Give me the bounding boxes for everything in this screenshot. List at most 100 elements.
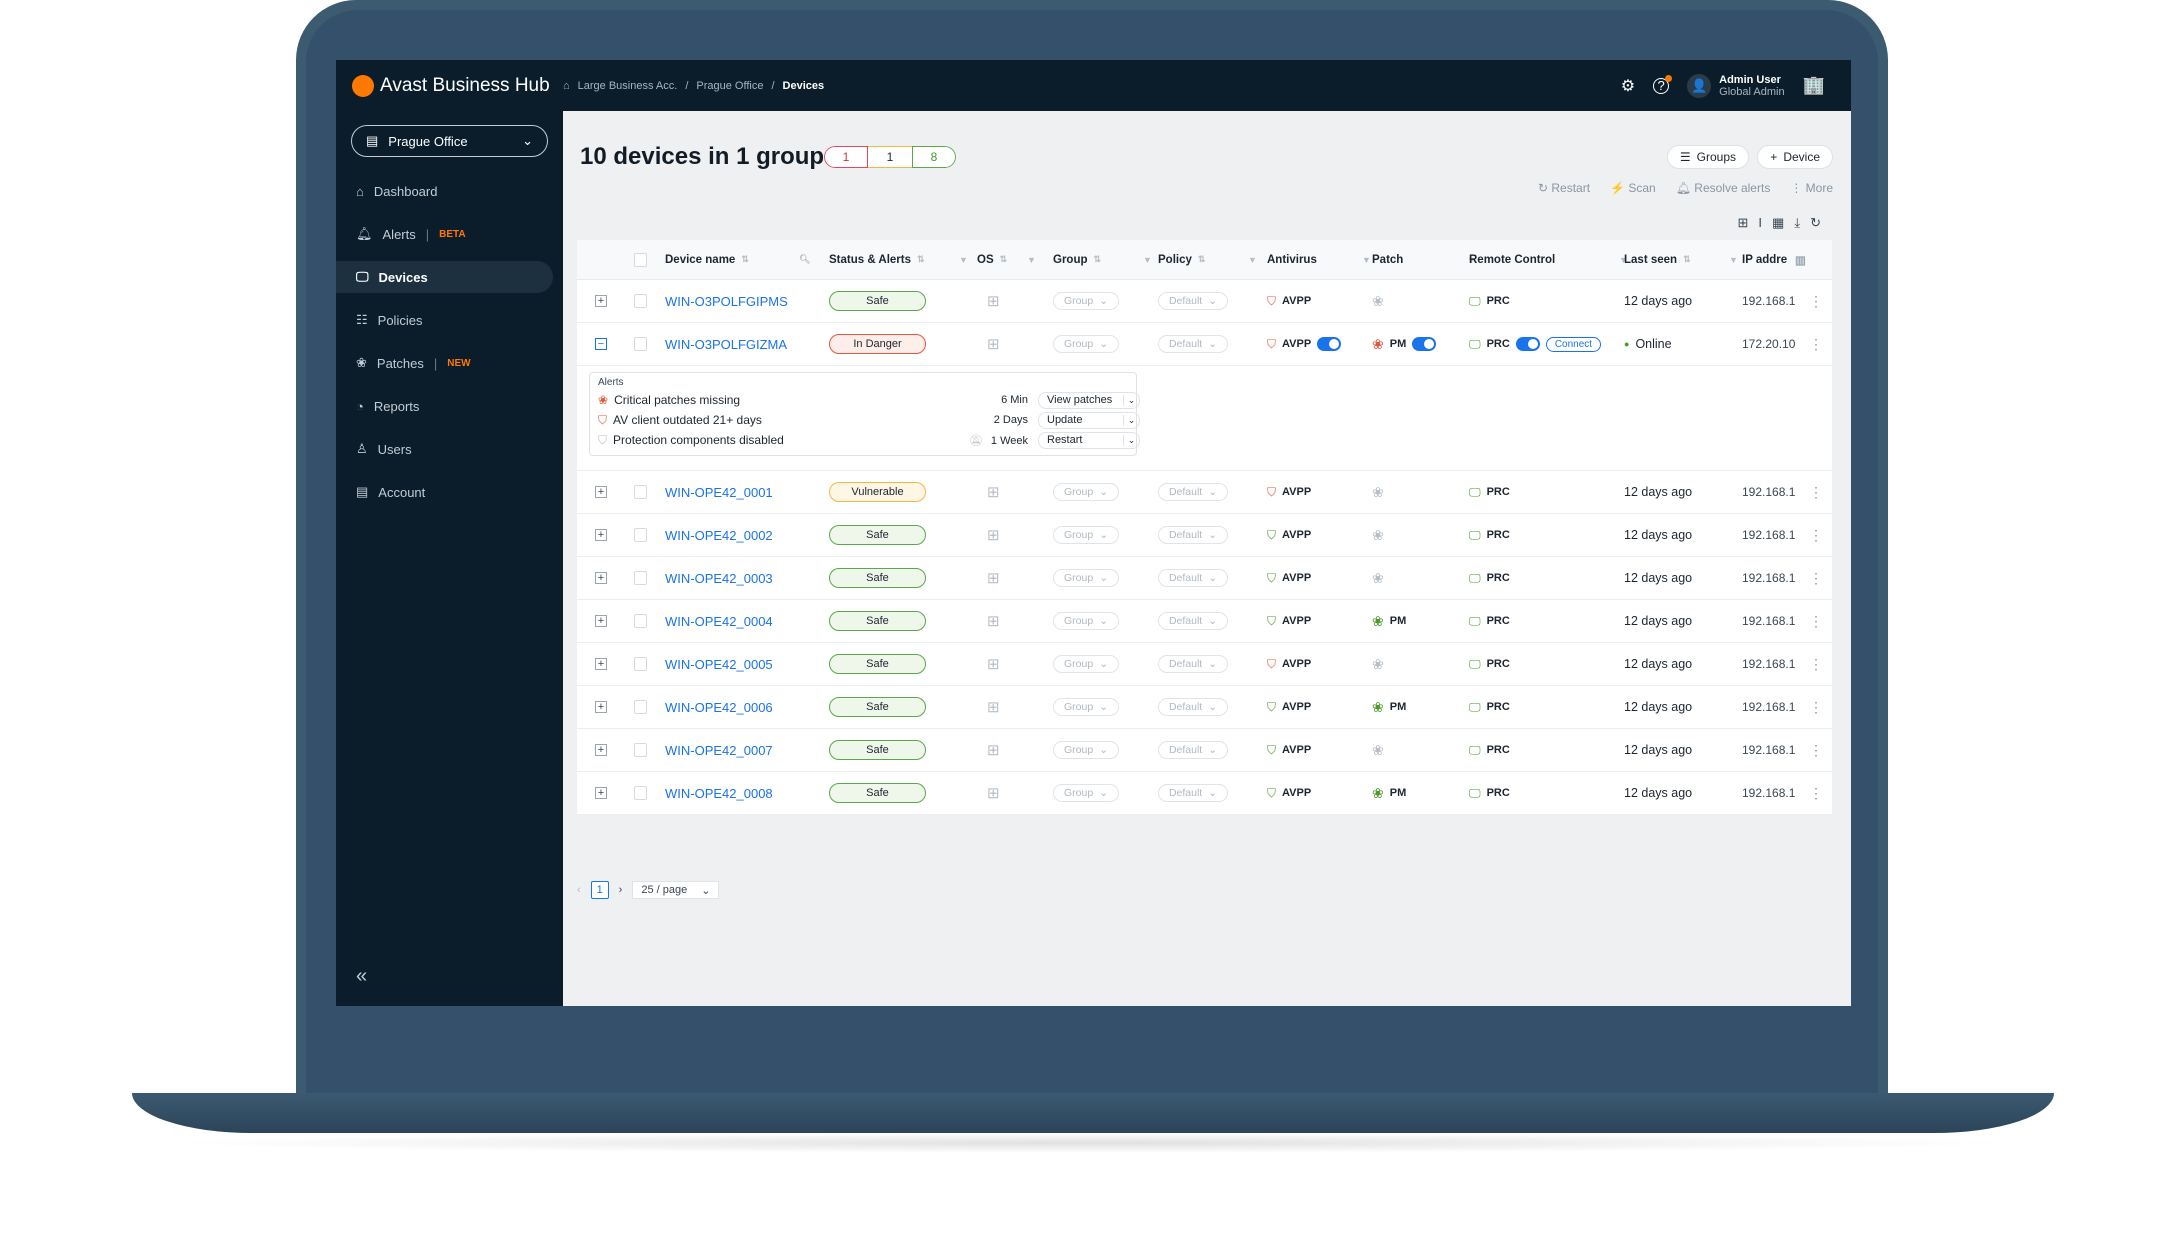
filter-icon[interactable]: ▼ <box>959 255 968 265</box>
column-header-3[interactable]: Group ⇅ <box>1053 254 1101 266</box>
vulnerable-count[interactable]: 1 <box>868 146 912 168</box>
safe-count[interactable]: 8 <box>912 146 956 168</box>
logo[interactable]: Avast Business Hub <box>352 74 563 97</box>
column-header-8[interactable]: Last seen ⇅ <box>1624 254 1691 266</box>
row-checkbox[interactable] <box>634 337 647 351</box>
filter-icon[interactable]: ▼ <box>1729 255 1738 265</box>
row-checkbox[interactable] <box>634 485 647 499</box>
row-checkbox[interactable] <box>634 294 647 308</box>
filter-icon[interactable]: ▼ <box>1143 255 1152 265</box>
row-checkbox[interactable] <box>634 743 647 757</box>
status-badge[interactable]: Safe <box>829 611 926 631</box>
expand-row-icon[interactable]: + <box>595 295 607 307</box>
sort-icon[interactable]: ⇅ <box>741 254 749 265</box>
sidebar-item-dashboard[interactable]: ⌂ Dashboard <box>336 175 553 207</box>
alert-action-select[interactable]: View patches ⌄ <box>1038 391 1140 409</box>
group-select[interactable]: Group ⌄ <box>1053 483 1119 501</box>
restart-button[interactable]: ↻ Restart <box>1538 181 1590 195</box>
status-badge[interactable]: Safe <box>829 783 926 803</box>
row-menu-icon[interactable]: ⋮ <box>1809 293 1823 310</box>
table-row[interactable]: + WIN-OPE42_0004 Safe ⊞ Group ⌄ Default ⌄ ⛉ AVPP ❀… <box>577 600 1832 643</box>
expand-row-icon[interactable]: + <box>595 701 607 713</box>
sidebar-item-account[interactable]: ▤ Account <box>336 476 553 508</box>
sidebar-item-patches[interactable]: ❀ Patches | NEW <box>336 347 553 379</box>
filter-icon[interactable]: ▼ <box>1027 255 1036 265</box>
group-select[interactable]: Group ⌄ <box>1053 655 1119 673</box>
device-name-link[interactable]: WIN-OPE42_0008 <box>665 786 773 801</box>
status-badge[interactable]: Safe <box>829 291 926 311</box>
expand-row-icon[interactable]: + <box>595 658 607 670</box>
policy-select[interactable]: Default ⌄ <box>1158 655 1228 673</box>
column-settings-icon[interactable]: ▥ <box>1795 253 1806 267</box>
device-name-link[interactable]: WIN-OPE42_0001 <box>665 485 773 500</box>
policy-select[interactable]: Default ⌄ <box>1158 483 1228 501</box>
more-button[interactable]: ⋮ More <box>1790 181 1833 195</box>
expand-row-icon[interactable]: + <box>595 486 607 498</box>
sort-icon[interactable]: ⇅ <box>1198 254 1206 265</box>
columns-icon[interactable]: ▦ <box>1772 215 1784 231</box>
sort-icon[interactable]: ⇅ <box>917 254 925 265</box>
antivirus-toggle[interactable] <box>1317 337 1342 351</box>
sidebar-item-reports[interactable]: ◔ Reports <box>336 390 553 422</box>
row-menu-icon[interactable]: ⋮ <box>1809 742 1823 759</box>
row-menu-icon[interactable]: ⋮ <box>1809 785 1823 802</box>
expand-row-icon[interactable]: + <box>595 787 607 799</box>
column-header-5[interactable]: Antivirus <box>1267 254 1317 266</box>
column-header-2[interactable]: OS ⇅ <box>977 254 1007 266</box>
policy-select[interactable]: Default ⌄ <box>1158 335 1228 353</box>
collapse-sidebar-icon[interactable]: « <box>356 965 367 988</box>
table-row[interactable]: + WIN-OPE42_0003 Safe ⊞ Group ⌄ Default ⌄ ⛉ AVPP ❀… <box>577 557 1832 600</box>
status-badge[interactable]: Safe <box>829 740 926 760</box>
resolve-alerts-button[interactable]: 🔔︎ Resolve alerts <box>1676 181 1771 195</box>
status-badge[interactable]: Vulnerable <box>829 482 926 502</box>
row-checkbox[interactable] <box>634 528 647 542</box>
policy-select[interactable]: Default ⌄ <box>1158 569 1228 587</box>
alert-action-select[interactable]: Update ⌄ <box>1038 411 1140 429</box>
status-badge[interactable]: In Danger <box>829 334 926 354</box>
policy-select[interactable]: Default ⌄ <box>1158 741 1228 759</box>
collapse-row-icon[interactable]: − <box>595 338 607 350</box>
sidebar-item-users[interactable]: ♙ Users <box>336 433 553 465</box>
device-name-link[interactable]: WIN-OPE42_0005 <box>665 657 773 672</box>
select-all-checkbox[interactable] <box>634 252 647 267</box>
expand-row-icon[interactable]: + <box>595 615 607 627</box>
danger-count[interactable]: 1 <box>824 146 868 168</box>
row-menu-icon[interactable]: ⋮ <box>1809 570 1823 587</box>
device-name-link[interactable]: WIN-OPE42_0004 <box>665 614 773 629</box>
column-header-1[interactable]: Status & Alerts ⇅ <box>829 254 925 266</box>
next-page-icon[interactable]: › <box>619 884 623 896</box>
sort-icon[interactable]: ⇅ <box>1683 254 1691 265</box>
policy-select[interactable]: Default ⌄ <box>1158 526 1228 544</box>
column-header-7[interactable]: Remote Control <box>1469 254 1555 266</box>
device-name-link[interactable]: WIN-OPE42_0003 <box>665 571 773 586</box>
add-device-button[interactable]: + Device <box>1757 145 1833 169</box>
row-menu-icon[interactable]: ⋮ <box>1809 484 1823 501</box>
page-1-button[interactable]: 1 <box>590 881 609 899</box>
search-icon[interactable]: 🔍︎ <box>799 254 810 265</box>
sort-icon[interactable]: ⇅ <box>1094 254 1102 265</box>
sidebar-item-alerts[interactable]: 🔔︎ Alerts | BETA <box>336 218 553 250</box>
status-badge[interactable]: Safe <box>829 568 926 588</box>
group-select[interactable]: Group ⌄ <box>1053 569 1119 587</box>
device-name-link[interactable]: WIN-OPE42_0006 <box>665 700 773 715</box>
device-name-link[interactable]: WIN-O3POLFGIPMS <box>665 294 788 309</box>
patch-toggle[interactable] <box>1412 337 1437 351</box>
user-menu[interactable]: 👤 Admin User Global Admin <box>1687 73 1785 98</box>
group-select[interactable]: Group ⌄ <box>1053 335 1119 353</box>
gear-icon[interactable]: ⚙ <box>1621 76 1635 96</box>
device-name-link[interactable]: WIN-O3POLFGIZMA <box>665 337 787 352</box>
row-checkbox[interactable] <box>634 571 647 585</box>
policy-select[interactable]: Default ⌄ <box>1158 612 1228 630</box>
row-checkbox[interactable] <box>634 614 647 628</box>
scan-button[interactable]: ⚡ Scan <box>1610 181 1656 195</box>
table-row[interactable]: − WIN-O3POLFGIZMA In Danger ⊞ Group ⌄ Default ⌄… <box>577 323 1832 366</box>
table-row[interactable]: + WIN-OPE42_0005 Safe ⊞ Group ⌄ Default ⌄ ⛉ AVPP ❀… <box>577 643 1832 686</box>
group-select[interactable]: Group ⌄ <box>1053 784 1119 802</box>
table-row[interactable]: + WIN-OPE42_0006 Safe ⊞ Group ⌄ Default ⌄ ⛉ AVPP ❀… <box>577 686 1832 729</box>
row-checkbox[interactable] <box>634 657 647 671</box>
sort-icon[interactable]: ⇅ <box>1000 254 1008 265</box>
group-select[interactable]: Group ⌄ <box>1053 698 1119 716</box>
row-menu-icon[interactable]: ⋮ <box>1809 527 1823 544</box>
sidebar-item-policies[interactable]: ☷ Policies <box>336 304 553 336</box>
status-badge[interactable]: Safe <box>829 525 926 545</box>
